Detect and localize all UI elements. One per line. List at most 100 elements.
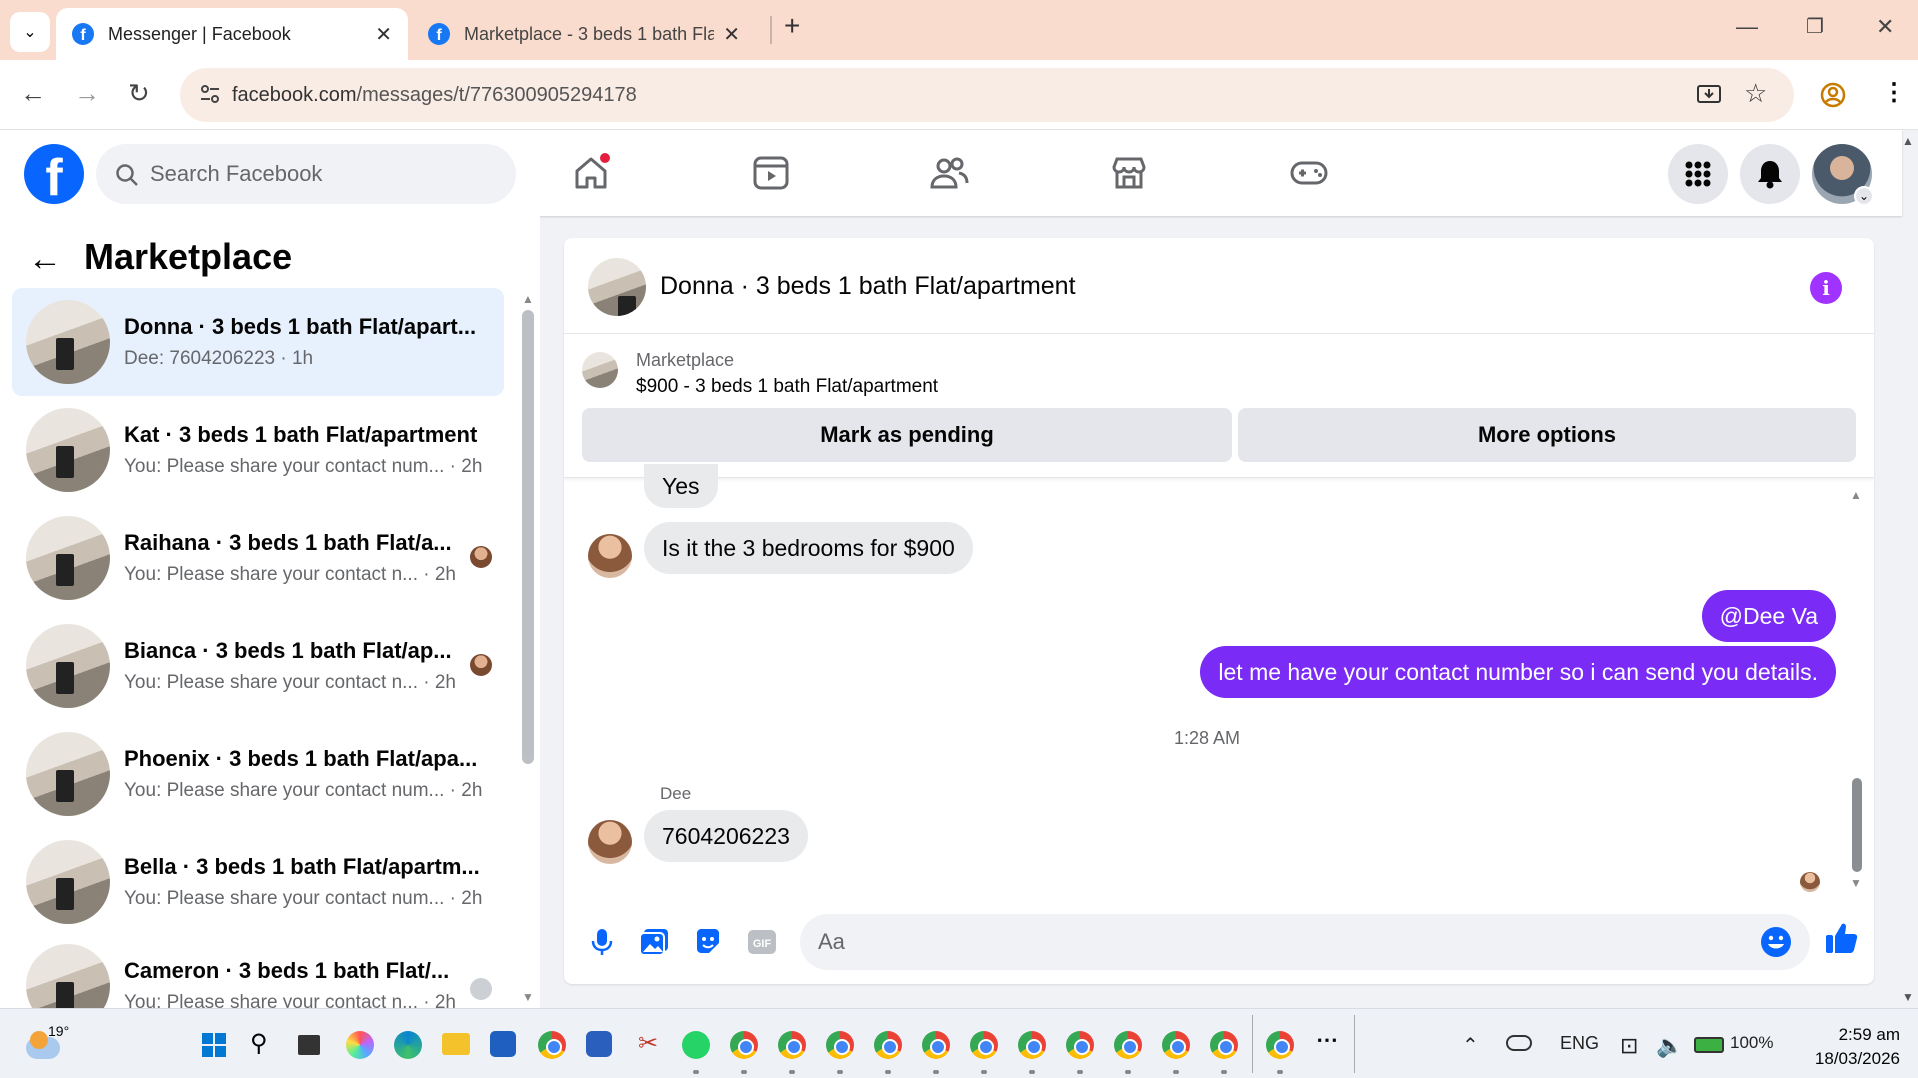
friends-nav-icon[interactable] (924, 150, 974, 196)
back-icon[interactable]: ← (20, 78, 46, 109)
facebook-logo[interactable]: f (24, 144, 84, 204)
scroll-down-icon[interactable]: ▼ (1850, 876, 1862, 890)
home-nav-icon[interactable] (566, 150, 616, 196)
outlook-icon[interactable] (586, 1031, 612, 1057)
address-bar[interactable]: facebook.com/messages/t/776300905294178 … (180, 68, 1794, 122)
snipping-tool-icon[interactable]: ✂ (638, 1029, 658, 1058)
marketplace-nav-icon[interactable] (1104, 150, 1154, 196)
conversation-item[interactable]: Bianca · 3 beds 1 bath Flat/ap... You: Pl… (12, 612, 504, 720)
info-icon[interactable]: i (1810, 272, 1842, 304)
chrome-icon[interactable] (1114, 1031, 1142, 1059)
conversation-item[interactable]: Cameron · 3 beds 1 bath Flat/... You: Ple… (12, 936, 504, 1008)
video-nav-icon[interactable] (746, 150, 796, 196)
search-icon[interactable]: ⚲ (250, 1029, 268, 1058)
notifications-button[interactable] (1740, 144, 1800, 204)
search-icon (116, 164, 138, 186)
browser-menu-icon[interactable]: ⋮ (1882, 78, 1906, 107)
store-icon[interactable] (490, 1031, 516, 1057)
chat-title[interactable]: Donna · 3 beds 1 bath Flat/apartment (660, 272, 1076, 301)
default-avatar-icon (470, 978, 492, 1000)
emoji-icon[interactable] (1760, 926, 1792, 958)
reload-icon[interactable]: ↻ (128, 78, 150, 109)
windows-start-icon[interactable] (202, 1033, 226, 1057)
listing-thumbnail[interactable] (588, 258, 646, 316)
running-indicator (1221, 1070, 1227, 1074)
chrome-icon[interactable] (922, 1031, 950, 1059)
chrome-icon[interactable] (1162, 1031, 1190, 1059)
restore-icon[interactable]: ❐ (1806, 14, 1824, 39)
page-scroll-up-icon[interactable]: ▲ (1902, 134, 1914, 148)
conversation-item[interactable]: Bella · 3 beds 1 bath Flat/apartm... You:… (12, 828, 504, 936)
running-indicator (1077, 1070, 1083, 1074)
clock[interactable]: 2:59 am 18/03/2026 (1800, 1023, 1900, 1071)
seen-avatar (470, 546, 492, 568)
thumbs-up-icon[interactable] (1824, 920, 1860, 956)
scroll-up-icon[interactable]: ▲ (522, 292, 534, 306)
close-tab-icon[interactable]: ✕ (375, 22, 392, 47)
battery-icon[interactable] (1694, 1037, 1724, 1053)
chrome-icon[interactable] (874, 1031, 902, 1059)
tray-chevron-icon[interactable]: ⌃ (1462, 1033, 1479, 1058)
chrome-icon[interactable] (826, 1031, 854, 1059)
facebook-favicon-icon: f (72, 23, 94, 45)
conversation-item[interactable]: Kat · 3 beds 1 bath Flat/apartment You: P… (12, 396, 504, 504)
account-avatar[interactable]: ⌄ (1812, 144, 1874, 206)
tab-search-button[interactable]: ⌄ (10, 12, 50, 52)
microphone-icon[interactable] (584, 924, 620, 960)
attach-image-icon[interactable] (636, 924, 672, 960)
chrome-icon[interactable] (538, 1031, 566, 1059)
conversation-item[interactable]: Phoenix · 3 beds 1 bath Flat/apa... You: … (12, 720, 504, 828)
message-bubble-incoming: Is it the 3 bedrooms for $900 (644, 522, 973, 574)
more-icon[interactable]: ⋯ (1316, 1027, 1338, 1053)
sender-avatar[interactable] (588, 534, 632, 578)
tab-marketplace[interactable]: f Marketplace - 3 beds 1 bath Fla ✕ (412, 8, 756, 60)
back-arrow-icon[interactable]: ← (28, 240, 62, 279)
chat-scrollbar[interactable] (1852, 778, 1862, 872)
volume-icon[interactable]: 🔈 (1656, 1033, 1683, 1059)
page-scroll-down-icon[interactable]: ▼ (1902, 990, 1914, 1004)
gif-icon[interactable]: GIF (744, 924, 780, 960)
file-explorer-icon[interactable] (442, 1033, 470, 1055)
site-info-icon[interactable] (198, 82, 222, 106)
copilot-icon[interactable] (346, 1031, 374, 1059)
sidebar-scrollbar[interactable] (522, 310, 534, 764)
conversation-item[interactable]: Raihana · 3 beds 1 bath Flat/a... You: Pl… (12, 504, 504, 612)
minimize-icon[interactable]: — (1736, 14, 1758, 40)
chrome-icon[interactable] (778, 1031, 806, 1059)
scroll-down-icon[interactable]: ▼ (522, 990, 534, 1004)
search-input[interactable]: Search Facebook (96, 144, 516, 204)
task-view-icon[interactable] (298, 1035, 320, 1055)
tab-messenger[interactable]: f Messenger | Facebook ✕ (56, 8, 408, 60)
listing-price[interactable]: $900 - 3 beds 1 bath Flat/apartment (636, 376, 938, 398)
conversation-item[interactable]: Donna · 3 beds 1 bath Flat/apart... Dee: … (12, 288, 504, 396)
close-window-icon[interactable]: ✕ (1876, 14, 1894, 40)
chrome-icon[interactable] (1018, 1031, 1046, 1059)
scroll-up-icon[interactable]: ▲ (1850, 488, 1862, 502)
bookmark-star-icon[interactable]: ☆ (1744, 78, 1767, 109)
edge-icon[interactable] (394, 1031, 422, 1059)
chrome-icon[interactable] (1210, 1031, 1238, 1059)
mark-as-pending-button[interactable]: Mark as pending (582, 408, 1232, 462)
weather-widget[interactable]: 19° (26, 1023, 69, 1061)
language-indicator[interactable]: ENG (1560, 1033, 1599, 1054)
profile-icon[interactable] (1820, 82, 1846, 108)
message-placeholder: Aa (818, 929, 845, 954)
sticker-icon[interactable] (690, 924, 726, 960)
sender-avatar[interactable] (588, 820, 632, 864)
forward-icon[interactable]: → (74, 78, 100, 109)
more-options-button[interactable]: More options (1238, 408, 1856, 462)
install-app-icon[interactable] (1696, 82, 1722, 108)
new-tab-icon[interactable]: + (784, 10, 800, 42)
onedrive-icon[interactable] (1506, 1035, 1532, 1051)
chrome-icon[interactable] (1266, 1031, 1294, 1059)
network-icon[interactable]: ⊡ (1620, 1033, 1638, 1059)
message-input[interactable]: Aa (800, 914, 1810, 970)
menu-grid-button[interactable] (1668, 144, 1728, 204)
chrome-icon[interactable] (970, 1031, 998, 1059)
whatsapp-icon[interactable] (682, 1031, 710, 1059)
chrome-icon[interactable] (1066, 1031, 1094, 1059)
chrome-icon[interactable] (730, 1031, 758, 1059)
grid-icon (1685, 161, 1711, 187)
close-tab-icon[interactable]: ✕ (723, 22, 740, 47)
gaming-nav-icon[interactable] (1284, 150, 1334, 196)
